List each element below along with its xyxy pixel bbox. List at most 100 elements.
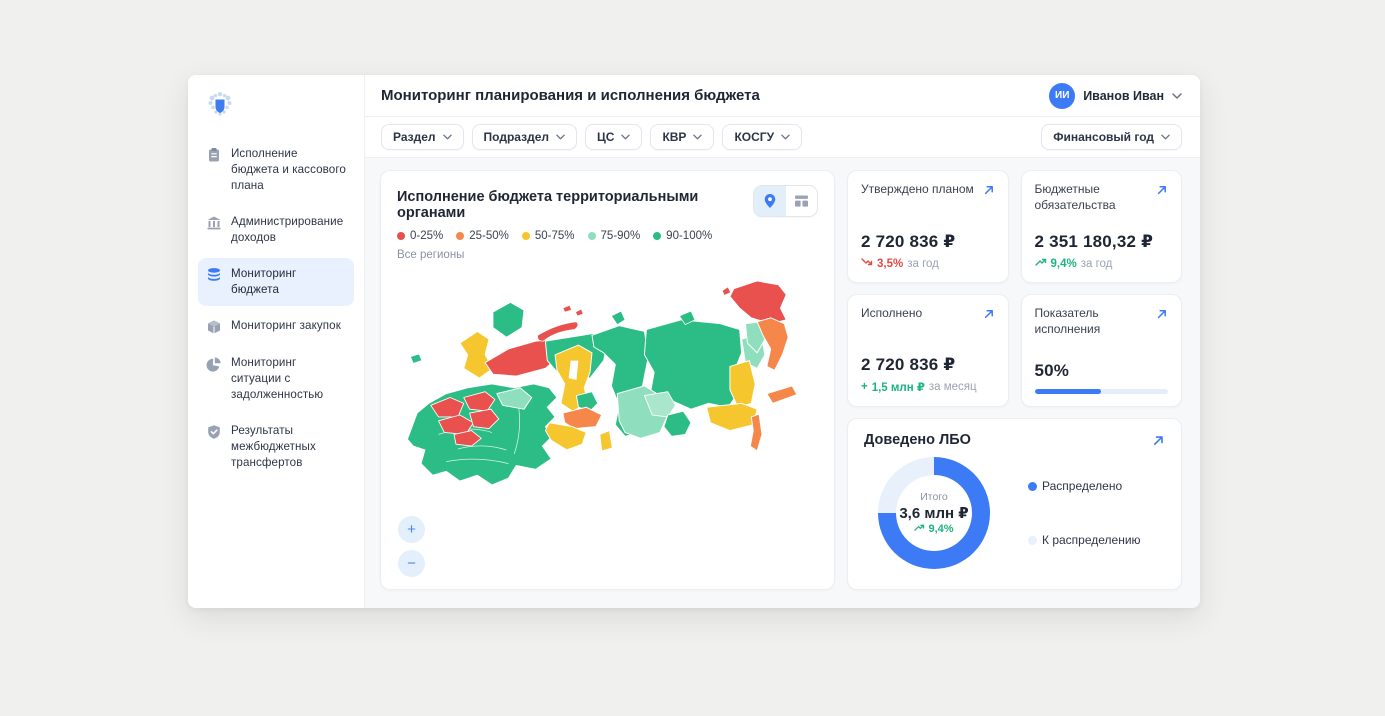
sidebar: Исполнение бюджета и кассового плана Адм…: [188, 75, 365, 608]
cube-icon: [206, 319, 222, 335]
map-stage: + −: [397, 265, 820, 577]
external-link-icon[interactable]: [1156, 308, 1168, 337]
map-view-button[interactable]: [754, 186, 786, 216]
kpi-value: 2 720 836 ₽: [861, 232, 956, 251]
chevron-down-icon: [442, 134, 452, 140]
legend-dot: [456, 232, 465, 240]
kpi-label: Утверждено планом: [861, 182, 974, 196]
legend-dot: [521, 232, 530, 240]
dashboard-content: Исполнение бюджета территориальными орга…: [365, 158, 1200, 608]
donut-delta-value: 9,4%: [928, 523, 954, 535]
map-zoom-controls: + −: [398, 516, 425, 577]
filter-kvr[interactable]: КВР: [650, 124, 715, 150]
donut-center-label: Итого: [920, 491, 948, 503]
kpi-delta-value: 3,5%: [877, 257, 904, 270]
chevron-down-icon: [1172, 92, 1182, 99]
avatar: ИИ: [1049, 82, 1076, 109]
external-link-icon[interactable]: [983, 308, 995, 322]
sidebar-item-budget-execution[interactable]: Исполнение бюджета и кассового плана: [198, 138, 354, 202]
filter-label: КВР: [662, 130, 687, 144]
kpi-card-execution-rate: Показатель исполнения 50%: [1020, 294, 1182, 407]
sidebar-item-budget-monitoring[interactable]: Мониторинг бюджета: [198, 257, 354, 306]
chevron-down-icon: [781, 134, 790, 140]
kpi-delta-suffix: за месяц: [928, 381, 977, 393]
sidebar-item-income-administration[interactable]: Администрирование доходов: [198, 206, 354, 254]
database-icon: [206, 267, 222, 283]
external-link-icon[interactable]: [983, 184, 995, 198]
filter-bar: Раздел Подраздел ЦС КВР КОСГУ Финансовый…: [365, 117, 1200, 158]
sidebar-item-label: Мониторинг закупок: [231, 318, 341, 332]
kpi-delta-suffix: за год: [907, 257, 939, 270]
lbo-legend: Распределено К распределению: [1028, 479, 1141, 547]
legend-label: Распределено: [1042, 479, 1123, 493]
legend-item: К распределению: [1028, 533, 1141, 547]
shield-check-icon: [206, 424, 222, 440]
kpi-value: 2 351 180,32 ₽: [1034, 232, 1154, 251]
kpi-card-budget-obligations: Бюджетные обязательства 2 351 180,32 ₽ 9…: [1020, 170, 1182, 283]
lbo-donut-center: Итого 3,6 млн ₽ 9,4%: [896, 475, 972, 551]
zoom-out-button[interactable]: −: [398, 550, 425, 577]
kpi-delta-value: 9,4%: [1050, 257, 1077, 270]
donut-center-value: 3,6 млн ₽: [899, 505, 969, 522]
page-title: Мониторинг планирования и исполнения бюд…: [381, 87, 760, 104]
external-link-icon[interactable]: [1156, 184, 1168, 213]
filter-label: Раздел: [393, 130, 436, 144]
map-pin-icon: [764, 194, 776, 208]
kpi-value: 50%: [1034, 361, 1070, 380]
app-window: Исполнение бюджета и кассового плана Адм…: [188, 75, 1200, 608]
legend-label: 75-90%: [600, 230, 641, 242]
kpi-value: 2 720 836 ₽: [861, 355, 956, 374]
filter-kosgu[interactable]: КОСГУ: [722, 124, 803, 150]
legend-item: 75-90%: [587, 230, 641, 242]
donut-center-delta: 9,4%: [914, 523, 954, 535]
legend-dot: [587, 232, 596, 240]
map-card-title: Исполнение бюджета территориальными орга…: [397, 189, 699, 221]
app-logo: [198, 89, 354, 138]
chevron-down-icon: [693, 134, 703, 140]
filter-podrazdel[interactable]: Подраздел: [471, 124, 577, 150]
filter-financial-year[interactable]: Финансовый год: [1041, 124, 1182, 150]
clipboard-icon: [206, 147, 222, 163]
legend-item: 0-25%: [397, 230, 443, 242]
sidebar-item-procurement-monitoring[interactable]: Мониторинг закупок: [198, 310, 354, 343]
kpi-delta-suffix: за год: [1080, 257, 1113, 270]
legend-label: К распределению: [1042, 533, 1141, 547]
map-card: Исполнение бюджета территориальными орга…: [380, 170, 835, 590]
lbo-card: Доведено ЛБО Итого 3,6 млн ₽ 9,4% Распре…: [847, 418, 1182, 590]
map-legend: 0-25% 25-50% 50-75% 75-90% 90-100%: [397, 230, 818, 242]
legend-dot: [653, 232, 662, 240]
kpi-delta-value: 1,5 млн ₽: [871, 382, 925, 394]
legend-dot: [1028, 481, 1037, 491]
sidebar-item-label: Исполнение бюджета и кассового плана: [231, 147, 346, 192]
top-bar: Мониторинг планирования и исполнения бюд…: [365, 75, 1200, 117]
user-menu[interactable]: ИИ Иванов Иван: [1049, 82, 1182, 109]
chevron-down-icon: [621, 134, 631, 140]
zoom-in-button[interactable]: +: [398, 516, 425, 543]
filter-label: ЦС: [597, 130, 615, 144]
russia-choropleth-map[interactable]: [397, 279, 820, 551]
kpi-label: Бюджетные обязательства: [1034, 182, 1116, 212]
user-name: Иванов Иван: [1083, 88, 1164, 103]
filter-razdel[interactable]: Раздел: [381, 124, 464, 150]
legend-dot: [397, 232, 405, 240]
trend-up-icon: [1034, 257, 1047, 270]
filter-cs[interactable]: ЦС: [585, 124, 643, 150]
legend-item: 50-75%: [521, 230, 575, 242]
map-subtitle: Все регионы: [397, 249, 465, 261]
sidebar-item-transfer-results[interactable]: Результаты межбюджетных трансфертов: [198, 415, 354, 479]
sidebar-item-debt-monitoring[interactable]: Мониторинг ситуации с задолженностью: [198, 347, 354, 411]
sidebar-nav: Исполнение бюджета и кассового плана Адм…: [198, 138, 354, 479]
ministry-emblem-icon: [208, 92, 232, 116]
sidebar-item-label: Мониторинг бюджета: [231, 266, 297, 296]
chevron-down-icon: [1161, 134, 1170, 140]
legend-label: 50-75%: [534, 230, 575, 242]
filter-label: Подраздел: [483, 130, 549, 144]
table-view-button[interactable]: [786, 186, 817, 216]
legend-item: 90-100%: [653, 230, 712, 242]
lbo-donut: Итого 3,6 млн ₽ 9,4%: [878, 457, 990, 569]
kpi-label: Показатель исполнения: [1034, 306, 1101, 336]
legend-label: 90-100%: [666, 230, 713, 242]
external-link-icon[interactable]: [1152, 434, 1165, 448]
kpi-card-approved-plan: Утверждено планом 2 720 836 ₽ 3,5% за го…: [847, 170, 1009, 283]
sidebar-item-label: Мониторинг ситуации с задолженностью: [231, 355, 324, 401]
